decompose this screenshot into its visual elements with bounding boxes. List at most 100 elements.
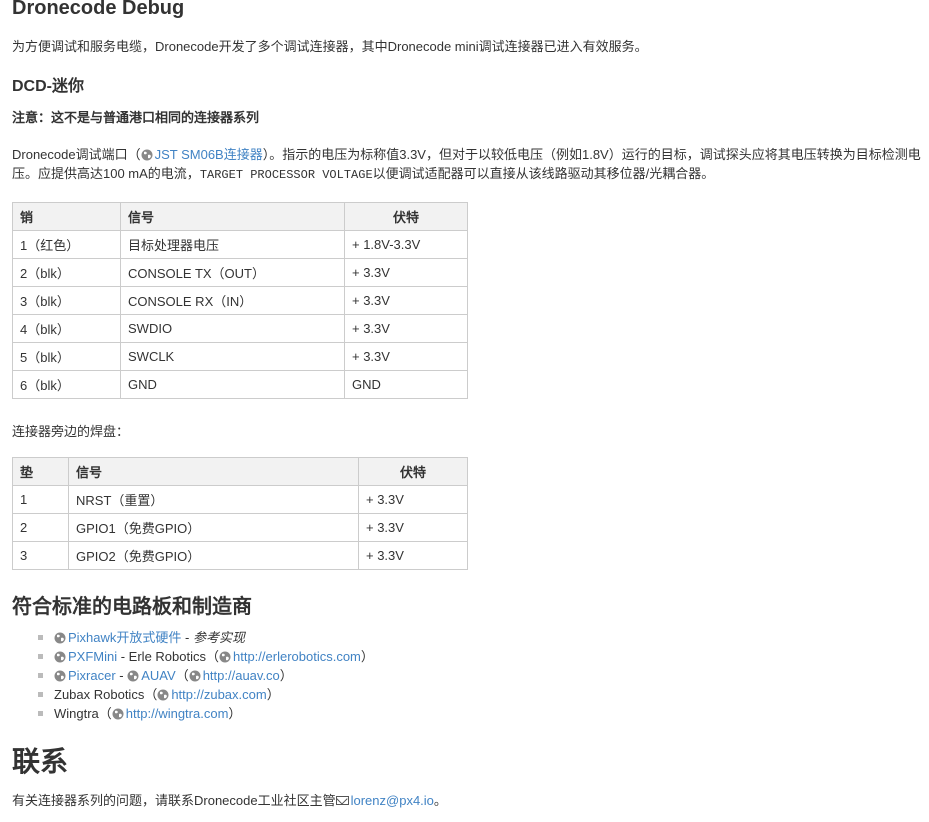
cell: 1 (12, 485, 69, 514)
list-item: Zubax Robotics（ http://zubax.com） (38, 685, 374, 704)
paren-close: ） (360, 649, 374, 664)
bullet-icon (38, 711, 43, 716)
header-voltage: 伏特 (358, 457, 468, 486)
bullet-icon (38, 673, 43, 678)
cell: 6（blk） (12, 370, 121, 399)
table-row: 3 GPIO2（免费GPIO） + 3.3V (12, 541, 468, 570)
wingtra-text: Wingtra（ (54, 706, 112, 721)
cell: 1（红色） (12, 230, 121, 259)
connector-description: Dronecode调试端口（ JST SM06B连接器）。指示的电压为标称值3.3… (12, 145, 922, 185)
dcd-mini-heading: DCD-迷你 (12, 78, 84, 95)
jst-connector-link[interactable]: JST SM06B连接器 (155, 147, 263, 162)
globe-icon (54, 632, 66, 644)
contact-heading: 联系 (12, 746, 69, 777)
cell: 4（blk） (12, 314, 121, 343)
cell: 3（blk） (12, 286, 121, 315)
separator: - Erle Robotics（ (117, 649, 219, 664)
table-row: 5（blk） SWCLK + 3.3V (12, 342, 468, 371)
mail-icon (335, 796, 349, 805)
cell: GPIO2（免费GPIO） (68, 541, 359, 570)
globe-icon (54, 670, 66, 682)
separator: - (181, 630, 193, 645)
table-row: 2 GPIO1（免费GPIO） + 3.3V (12, 513, 468, 542)
globe-icon (54, 651, 66, 663)
paren-close: ） (266, 687, 280, 702)
cell: 3 (12, 541, 69, 570)
list-item: Wingtra（ http://wingtra.com） (38, 704, 374, 723)
manufacturer-list: Pixhawk开放式硬件 - 参考实现 PXFMini - Erle Robot… (38, 628, 374, 723)
cell: + 3.3V (344, 258, 468, 287)
zubax-text: Zubax Robotics（ (54, 687, 158, 702)
bullet-icon (38, 692, 43, 697)
email-link[interactable]: lorenz@px4.io (351, 793, 434, 808)
table-row: 3（blk） CONSOLE RX（IN） + 3.3V (12, 286, 468, 315)
header-pad: 垫 (12, 457, 69, 486)
globe-icon (189, 670, 201, 682)
pads-label: 连接器旁边的焊盘： (12, 424, 130, 439)
pixracer-link[interactable]: Pixracer (68, 668, 116, 683)
cell: 5（blk） (12, 342, 121, 371)
header-voltage: 伏特 (344, 202, 468, 231)
cell: + 3.3V (358, 541, 468, 570)
table-row: 6（blk） GND GND (12, 370, 468, 399)
table-row: 1（红色） 目标处理器电压 + 1.8V-3.3V (12, 230, 468, 259)
table-row: 1 NRST（重置） + 3.3V (12, 485, 468, 514)
separator: - (115, 668, 128, 683)
target-voltage-code: TARGET PROCESSOR VOLTAGE (199, 168, 373, 182)
auav-link[interactable]: AUAV (141, 668, 175, 683)
cell: GPIO1（免费GPIO） (68, 513, 359, 542)
cell: + 1.8V-3.3V (344, 230, 468, 259)
bullet-icon (38, 654, 43, 659)
cell: CONSOLE RX（IN） (120, 286, 345, 315)
wingtra-link[interactable]: http://wingtra.com (126, 706, 229, 721)
zubax-link[interactable]: http://zubax.com (171, 687, 266, 702)
reference-impl-text: 参考实现 (192, 630, 245, 645)
pad-table: 垫 信号 伏特 1 NRST（重置） + 3.3V 2 GPIO1（免费GPIO） + … (12, 457, 468, 570)
list-item: PXFMini - Erle Robotics（ http://erlerobot… (38, 647, 374, 666)
globe-icon (219, 651, 231, 663)
cell: CONSOLE TX（OUT） (120, 258, 345, 287)
contact-end: 。 (433, 793, 447, 808)
page-title: Dronecode Debug (12, 0, 185, 19)
cell: + 3.3V (344, 342, 468, 371)
cell: + 3.3V (358, 513, 468, 542)
cell: SWCLK (120, 342, 345, 371)
header-pin: 销 (12, 202, 121, 231)
cell: GND (344, 370, 468, 399)
globe-icon (141, 149, 153, 161)
bullet-icon (38, 635, 43, 640)
globe-icon (157, 689, 169, 701)
para-prefix: Dronecode调试端口（ (12, 147, 141, 162)
cell: 目标处理器电压 (120, 230, 345, 259)
paren-close: ） (228, 706, 242, 721)
pxfmini-link[interactable]: PXFMini (68, 649, 117, 664)
table-row: 4（blk） SWDIO + 3.3V (12, 314, 468, 343)
auav-url-link[interactable]: http://auav.co (203, 668, 280, 683)
list-item: Pixracer - AUAV（ http://auav.co） (38, 666, 374, 685)
cell: 2 (12, 513, 69, 542)
cell: 2（blk） (12, 258, 121, 287)
table-header-row: 销 信号 伏特 (12, 202, 468, 231)
table-row: 2（blk） CONSOLE TX（OUT） + 3.3V (12, 258, 468, 287)
pixhawk-link[interactable]: Pixhawk开放式硬件 (68, 630, 181, 645)
pin-table: 销 信号 伏特 1（红色） 目标处理器电压 + 1.8V-3.3V 2（blk） CO… (12, 202, 468, 399)
header-signal: 信号 (68, 457, 359, 486)
header-signal: 信号 (120, 202, 345, 231)
cell: NRST（重置） (68, 485, 359, 514)
list-item: Pixhawk开放式硬件 - 参考实现 (38, 628, 374, 647)
para-suffix: 以便调试适配器可以直接从该线路驱动其移位器/光耦合器。 (372, 166, 715, 181)
contact-paragraph: 有关连接器系列的问题，请联系Dronecode工业社区主管 lorenz@px4.… (12, 790, 447, 809)
globe-icon (127, 670, 139, 682)
contact-text: 有关连接器系列的问题，请联系Dronecode工业社区主管 (12, 793, 336, 808)
cell: + 3.3V (358, 485, 468, 514)
paren-open: （ (175, 668, 189, 683)
cell: + 3.3V (344, 286, 468, 315)
erlerobotics-link[interactable]: http://erlerobotics.com (233, 649, 361, 664)
globe-icon (112, 708, 124, 720)
manufacturers-heading: 符合标准的电路板和制造商 (12, 596, 252, 618)
cell: GND (120, 370, 345, 399)
intro-paragraph: 为方便调试和服务电缆，Dronecode开发了多个调试连接器，其中Droneco… (12, 39, 648, 54)
cell: SWDIO (120, 314, 345, 343)
paren-close: ） (279, 668, 293, 683)
cell: + 3.3V (344, 314, 468, 343)
